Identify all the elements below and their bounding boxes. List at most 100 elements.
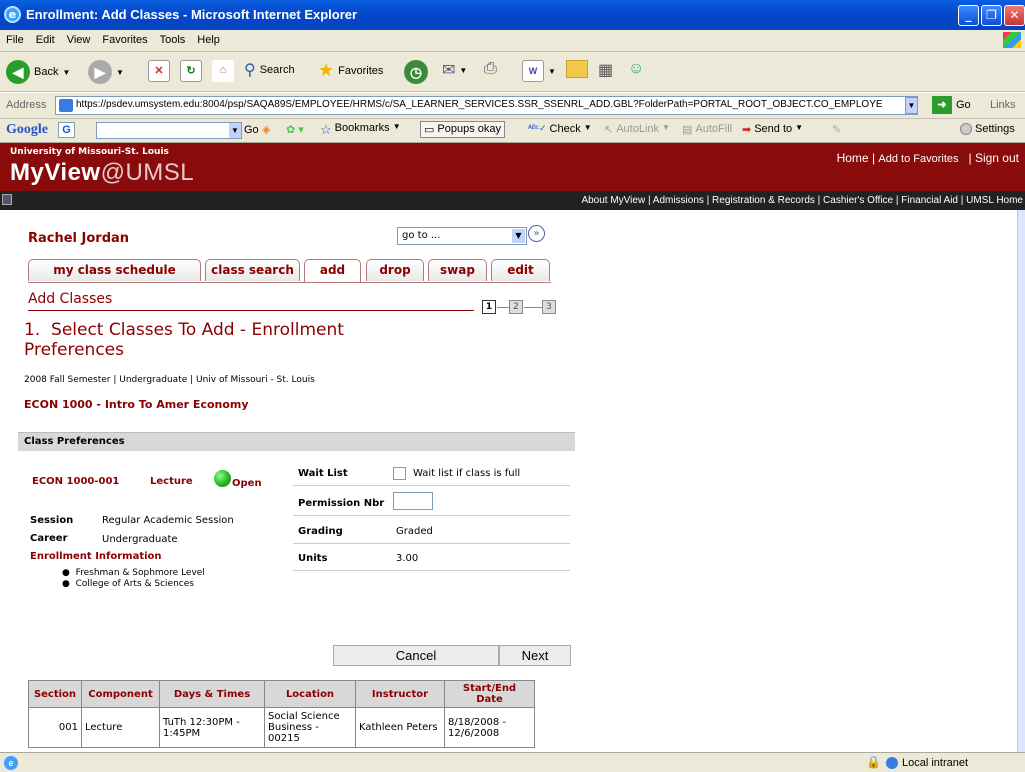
highlight-icon[interactable]: ✎: [832, 123, 841, 136]
gadget-icon[interactable]: ✿ ▾: [286, 123, 304, 136]
class-number: ECON 1000-001: [32, 476, 120, 487]
enrollment-info-label: Enrollment Information: [30, 551, 162, 562]
refresh-button[interactable]: ↻: [180, 60, 202, 82]
back-button[interactable]: ◀ Back ▼: [6, 60, 70, 84]
forward-arrow-icon: ▶: [88, 60, 112, 84]
menu-toggle-icon[interactable]: [2, 194, 12, 205]
pagerank-icon: ◈: [262, 124, 271, 136]
print-button[interactable]: ⎙: [484, 60, 497, 78]
send-to-icon: ➡: [742, 124, 752, 136]
history-button[interactable]: ◷: [404, 60, 428, 84]
tab-class-search[interactable]: class search: [205, 259, 300, 281]
vertical-scrollbar[interactable]: [1017, 210, 1025, 752]
goto-go-icon[interactable]: »: [528, 225, 545, 242]
lock-icon: 🔒: [866, 755, 881, 769]
term-info: 2008 Fall Semester | Undergraduate | Uni…: [24, 375, 315, 385]
google-menu-icon[interactable]: G: [58, 122, 75, 138]
address-bar: Address https://psdev.umsystem.edu:8004/…: [0, 93, 1025, 119]
tab-add[interactable]: add: [304, 259, 361, 283]
address-input[interactable]: https://psdev.umsystem.edu:8004/psp/SAQA…: [55, 96, 918, 115]
portal-nav-links[interactable]: About MyView | Admissions | Registration…: [581, 195, 1023, 206]
class-preferences-label: Class Preferences: [24, 436, 125, 447]
links-button[interactable]: Links: [990, 99, 1016, 111]
tab-swap[interactable]: swap: [428, 259, 487, 281]
address-dropdown[interactable]: ▼: [905, 97, 918, 114]
messenger-button[interactable]: ☺: [628, 60, 644, 78]
google-search-input[interactable]: [96, 122, 242, 139]
tab-my-class-schedule[interactable]: my class schedule: [28, 259, 201, 281]
forward-button[interactable]: ▶ ▼: [88, 60, 124, 84]
column-header: Location: [264, 680, 356, 708]
mail-button[interactable]: ✉ ▼: [442, 60, 467, 80]
window-title: Enrollment: Add Classes - Microsoft Inte…: [26, 7, 358, 22]
autofill-button[interactable]: ▤ AutoFill: [682, 123, 732, 136]
bookmarks-button[interactable]: ☆ Bookmarks ▼: [320, 122, 401, 138]
menu-edit[interactable]: Edit: [30, 30, 61, 46]
send-to-button[interactable]: ➡ Send to ▼: [742, 123, 803, 136]
go-arrow-icon: ➜: [932, 96, 952, 114]
tab-underline: [28, 282, 551, 283]
sign-out-link[interactable]: Sign out: [975, 151, 1019, 165]
step-3: 3: [542, 300, 556, 314]
folder-button[interactable]: [566, 60, 588, 78]
settings-button[interactable]: Settings: [960, 123, 1015, 135]
home-icon: ⌂: [212, 60, 234, 82]
wait-list-label: Wait List: [298, 468, 348, 479]
goto-dropdown-icon[interactable]: ▼: [512, 229, 525, 243]
spellcheck-icon: ᴬᴮᶜ✓: [528, 123, 547, 133]
search-button[interactable]: ⚲ Search: [244, 60, 295, 80]
home-link[interactable]: Home: [837, 151, 869, 165]
units-label: Units: [298, 553, 328, 564]
google-go-button[interactable]: Go: [244, 124, 259, 136]
column-header: Instructor: [355, 680, 445, 708]
step-heading: 1. Select Classes To Add - Enrollment Pr…: [24, 320, 350, 360]
google-search-dropdown[interactable]: ▼: [229, 123, 241, 138]
autolink-button[interactable]: ↖ AutoLink ▼: [604, 123, 670, 136]
permission-nbr-input[interactable]: [393, 492, 433, 510]
tab-drop[interactable]: drop: [366, 259, 424, 281]
intranet-icon: [886, 757, 898, 769]
tab-edit[interactable]: edit: [491, 259, 550, 281]
stop-button[interactable]: ✕: [148, 60, 170, 82]
star-icon: ★: [318, 60, 335, 80]
go-button[interactable]: ➜ Go: [932, 96, 971, 114]
step-1: 1: [482, 300, 496, 314]
divider: [293, 543, 570, 544]
spellcheck-button[interactable]: ᴬᴮᶜ✓ Check ▼: [528, 123, 592, 135]
career-value: Undergraduate: [102, 534, 178, 545]
portal-nav-bar: About MyView | Admissions | Registration…: [0, 191, 1025, 210]
cell-location: Social Science Business - 00215: [264, 707, 356, 748]
next-button[interactable]: Next: [499, 645, 571, 666]
minimize-button[interactable]: _: [958, 5, 979, 26]
university-name: University of Missouri-St. Louis: [10, 147, 169, 157]
home-button[interactable]: ⌂: [212, 60, 234, 82]
close-button[interactable]: ✕: [1004, 5, 1025, 26]
cell-days-times: TuTh 12:30PM - 1:45PM: [159, 707, 265, 748]
menu-tools[interactable]: Tools: [154, 30, 192, 46]
menu-file[interactable]: File: [0, 30, 30, 46]
student-name: Rachel Jordan: [28, 231, 130, 246]
cancel-button[interactable]: Cancel: [333, 645, 499, 666]
goto-select[interactable]: go to ...: [397, 227, 527, 245]
menu-help[interactable]: Help: [191, 30, 226, 46]
favorites-button[interactable]: ★ Favorites: [318, 60, 383, 81]
research-icon: ▦: [598, 62, 614, 79]
status-bar: e 🔒 Local intranet: [0, 752, 1025, 772]
title-underline: [28, 310, 474, 311]
maximize-button[interactable]: ❐: [981, 5, 1002, 26]
menu-favorites[interactable]: Favorites: [96, 30, 153, 46]
windows-logo-icon: [1003, 32, 1021, 48]
menu-view[interactable]: View: [61, 30, 97, 46]
word-icon: W: [522, 60, 544, 82]
grading-label: Grading: [298, 526, 343, 537]
wait-list-checkbox[interactable]: [393, 467, 406, 480]
class-component: Lecture: [150, 476, 193, 487]
edit-button[interactable]: W ▼: [522, 60, 556, 82]
course-title: ECON 1000 - Intro To Amer Economy: [24, 398, 249, 411]
banner-links: Home | Add to Favorites | Sign out: [836, 151, 1019, 165]
add-to-favorites-link[interactable]: Add to Favorites: [878, 153, 958, 165]
google-logo[interactable]: Google: [6, 122, 48, 138]
popups-okay-button[interactable]: ▭ Popups okay: [420, 121, 506, 138]
bookmark-star-icon: ☆: [320, 122, 332, 137]
research-button[interactable]: ▦: [598, 60, 613, 80]
